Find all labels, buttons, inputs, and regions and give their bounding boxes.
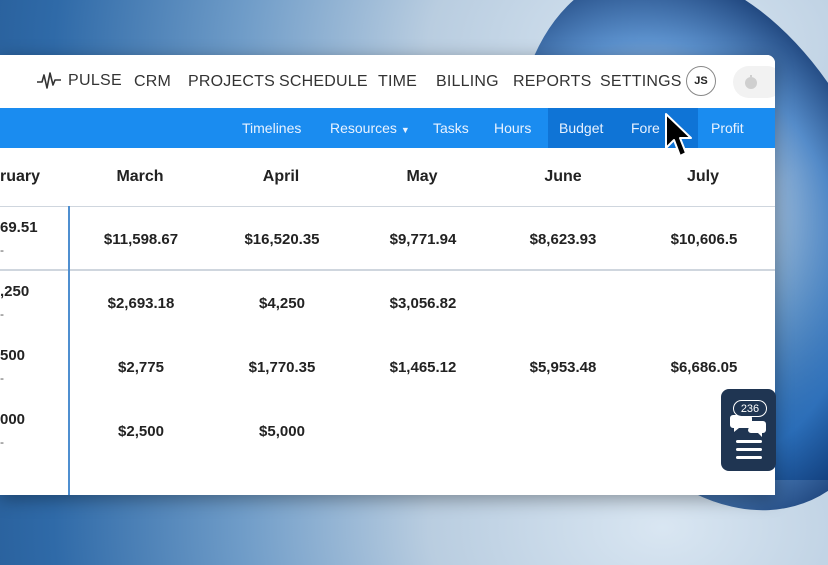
col-april: April bbox=[262, 168, 300, 185]
col-february: ruary bbox=[0, 168, 41, 185]
cell-value: $16,520.35 bbox=[244, 231, 320, 248]
cell-feb-partial: 500 bbox=[0, 347, 26, 364]
cell-value: $6,686.05 bbox=[670, 359, 738, 376]
cell-feb-partial: 69.51 bbox=[0, 219, 38, 236]
cell-feb-partial: 000 bbox=[0, 411, 26, 428]
cell-value: $1,770.35 bbox=[248, 359, 316, 376]
cell-value: $3,056.82 bbox=[389, 295, 457, 312]
hamburger-menu-icon bbox=[736, 440, 762, 459]
nav-time[interactable]: TIME bbox=[378, 73, 417, 91]
tab-tasks[interactable]: Tasks bbox=[433, 120, 469, 136]
cell-feb-dash: - bbox=[0, 435, 4, 449]
mouse-cursor-icon bbox=[665, 113, 692, 157]
tab-hours[interactable]: Hours bbox=[494, 120, 531, 136]
table-row: 500 - $2,775 $1,770.35 $1,465.12 $5,953.… bbox=[0, 335, 775, 398]
nav-schedule[interactable]: SCHEDULE bbox=[279, 73, 368, 91]
cell-feb-dash: - bbox=[0, 243, 4, 257]
tab-resources-label: Resources bbox=[330, 120, 397, 136]
cell-value: $9,771.94 bbox=[389, 231, 457, 248]
cell-value: $8,623.93 bbox=[529, 231, 597, 248]
cell-value: $11,598.67 bbox=[103, 231, 179, 248]
sub-navigation: Timelines Resources ▼ Tasks Hours Budget… bbox=[0, 108, 775, 148]
col-july: July bbox=[686, 168, 719, 185]
cell-value: $1,465.12 bbox=[389, 359, 457, 376]
nav-projects[interactable]: PROJECTS bbox=[188, 73, 275, 91]
chat-count-badge: 236 bbox=[733, 400, 767, 417]
nav-billing[interactable]: BILLING bbox=[436, 73, 499, 91]
cell-value: $2,693.18 bbox=[107, 295, 175, 312]
stopwatch-icon bbox=[745, 75, 757, 89]
tab-profit[interactable]: Profit bbox=[711, 120, 744, 136]
cell-feb-dash: - bbox=[0, 307, 4, 321]
table-row: ,250 - $2,693.18 $4,250 $3,056.82 bbox=[0, 271, 775, 334]
cell-value: $2,775 bbox=[118, 359, 164, 376]
cell-value: $5,000 bbox=[259, 423, 305, 440]
table-header: ruary March April May June July bbox=[0, 148, 775, 207]
cell-value: $4,250 bbox=[259, 295, 305, 312]
brand-label: PULSE bbox=[68, 72, 122, 89]
col-may: May bbox=[406, 168, 438, 185]
caret-down-icon: ▼ bbox=[400, 125, 410, 135]
col-march: March bbox=[116, 168, 164, 185]
cell-feb-partial: ,250 bbox=[0, 283, 30, 300]
table-row: 69.51 - $11,598.67 $16,520.35 $9,771.94 … bbox=[0, 207, 775, 270]
cell-feb-dash: - bbox=[0, 371, 4, 385]
tab-budget[interactable]: Budget bbox=[559, 120, 603, 136]
tab-forecast[interactable]: Fore bbox=[631, 120, 660, 136]
tab-timelines[interactable]: Timelines bbox=[242, 120, 301, 136]
brand-link[interactable]: PULSE bbox=[36, 71, 122, 91]
nav-reports[interactable]: REPORTS bbox=[513, 73, 591, 91]
timer-toggle[interactable] bbox=[733, 66, 775, 98]
current-month-divider bbox=[68, 206, 70, 495]
pulse-icon bbox=[37, 72, 61, 89]
col-june: June bbox=[544, 168, 582, 185]
table-row: 000 - $2,500 $5,000 bbox=[0, 399, 775, 462]
app-window: PULSE CRM PROJECTS SCHEDULE TIME BILLING… bbox=[0, 55, 775, 495]
nav-crm[interactable]: CRM bbox=[134, 73, 171, 91]
nav-settings[interactable]: SETTINGS bbox=[600, 73, 682, 91]
cell-value: $2,500 bbox=[118, 423, 164, 440]
top-navigation: PULSE CRM PROJECTS SCHEDULE TIME BILLING… bbox=[0, 55, 775, 108]
cell-value: $10,606.5 bbox=[670, 231, 738, 248]
tab-resources[interactable]: Resources ▼ bbox=[330, 120, 410, 136]
user-avatar[interactable]: JS bbox=[686, 66, 716, 96]
cell-value: $5,953.48 bbox=[529, 359, 597, 376]
